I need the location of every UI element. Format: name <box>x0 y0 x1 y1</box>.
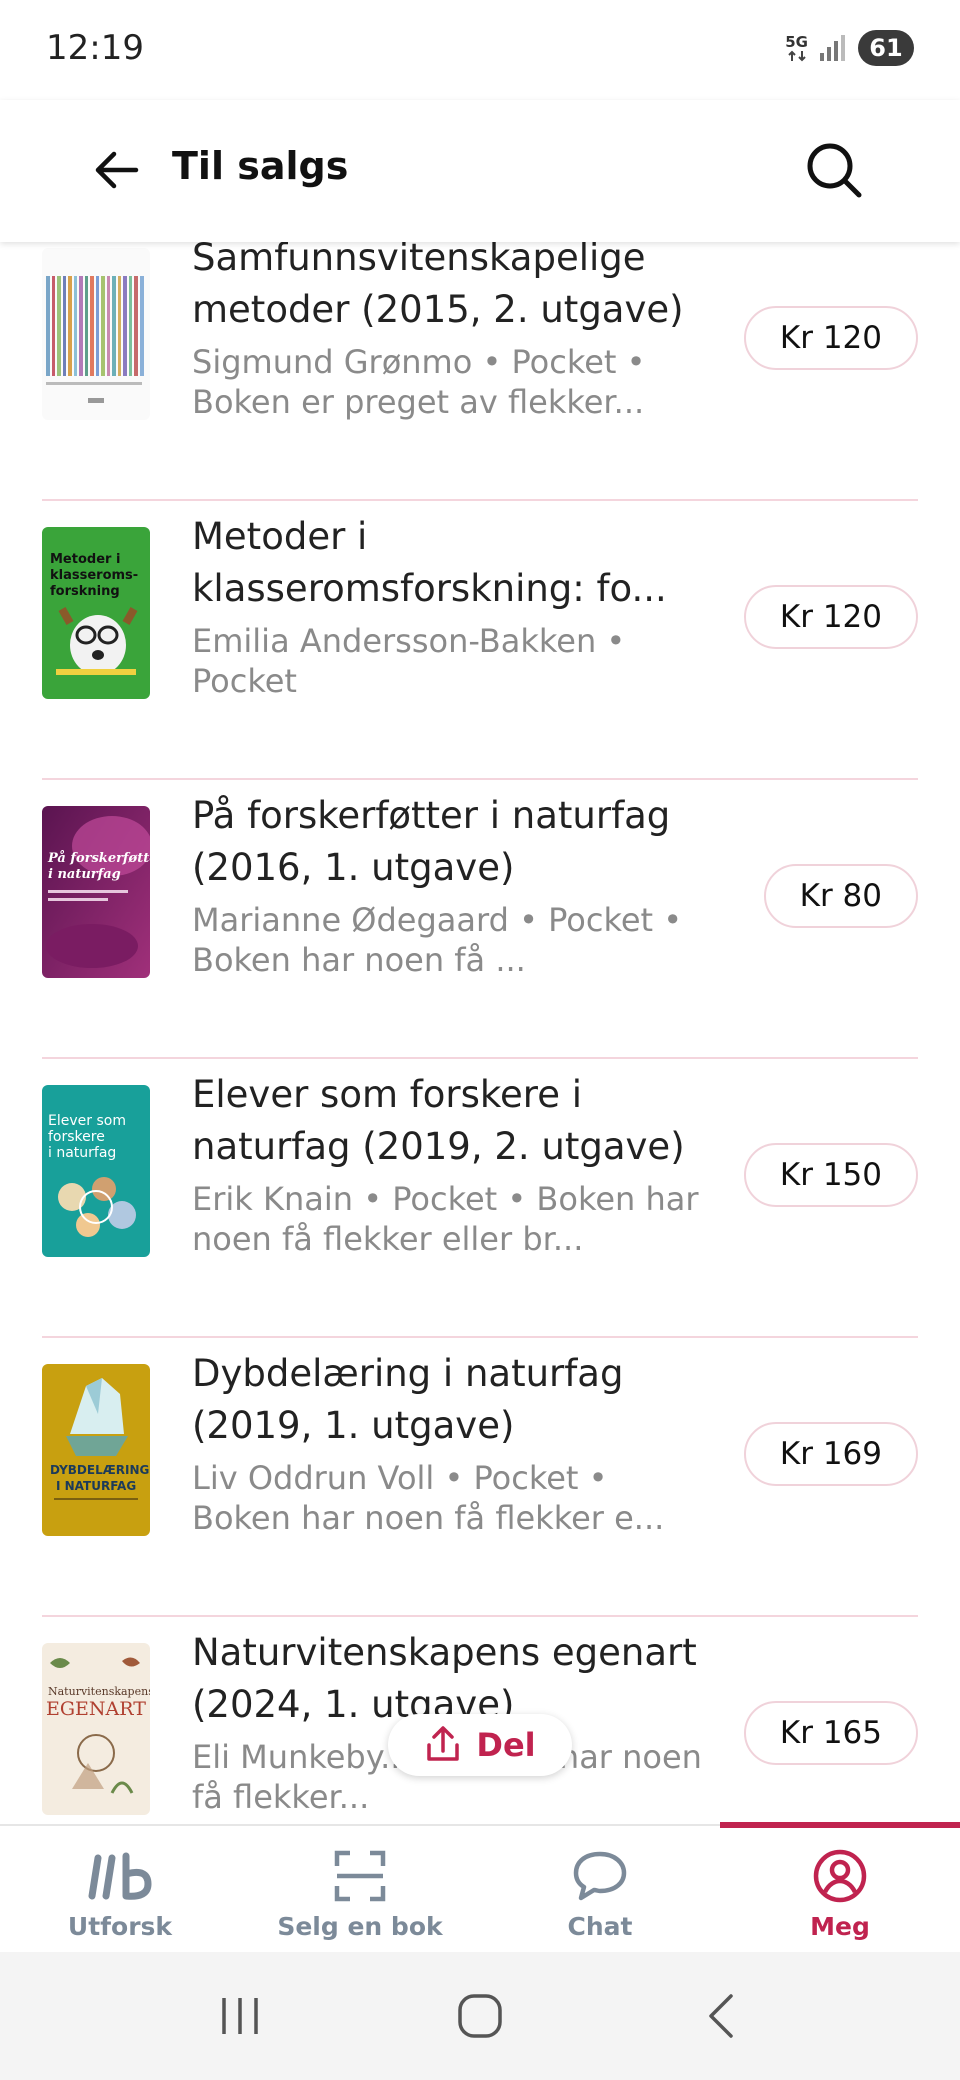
price-badge[interactable]: Kr 169 <box>743 1422 918 1486</box>
nav-item-selg-en-bok[interactable]: Selg en bok <box>240 1826 480 1954</box>
book-cover: Naturvitenskapens EGENART <box>42 1643 150 1815</box>
nav-label: Chat <box>567 1912 633 1941</box>
price-badge[interactable]: Kr 165 <box>743 1701 918 1765</box>
book-meta: Liv Oddrun Voll • Pocket • Boken har noe… <box>192 1459 665 1537</box>
status-icons: 5G 61 <box>785 30 922 66</box>
book-info: Metoder i klasseromsforskning: fo... Emi… <box>192 511 712 701</box>
book-title: Samfunnsvitenskapelige metoder (2015, 2.… <box>192 242 684 331</box>
list-item[interactable]: Elever som forskere i naturfag Elever so… <box>42 1059 918 1338</box>
system-back-button[interactable] <box>680 1976 760 2056</box>
svg-text:forskning: forskning <box>50 584 120 599</box>
svg-text:DYBDELÆRING: DYBDELÆRING <box>50 1463 149 1477</box>
recent-apps-button[interactable] <box>200 1976 280 2056</box>
chat-icon <box>572 1848 628 1904</box>
nav-label: Utforsk <box>67 1912 173 1941</box>
book-info: Samfunnsvitenskapelige metoder (2015, 2.… <box>192 242 712 422</box>
book-info: Dybdelæring i naturfag (2019, 1. utgave)… <box>192 1348 712 1538</box>
search-icon <box>807 143 862 198</box>
price-badge[interactable]: Kr 80 <box>763 864 918 928</box>
list-item[interactable]: Metoder i klasseroms- forskning Metoder … <box>42 501 918 780</box>
scan-icon <box>334 1848 386 1904</box>
data-arrows-icon <box>787 50 806 62</box>
nav-item-meg[interactable]: Meg <box>720 1822 960 1954</box>
price-badge[interactable]: Kr 120 <box>743 585 918 649</box>
book-cover: Metoder i klasseroms- forskning <box>42 527 150 699</box>
book-title: Dybdelæring i naturfag (2019, 1. utgave) <box>192 1352 624 1447</box>
search-button[interactable] <box>800 136 870 206</box>
book-title: På forskerføtter i naturfag (2016, 1. ut… <box>192 794 671 889</box>
nav-item-utforsk[interactable]: Utforsk <box>0 1826 240 1954</box>
share-label: Del <box>476 1726 536 1764</box>
book-cover: På forskerføtter i naturfag <box>42 806 150 978</box>
list-item[interactable]: Samfunnsvitenskapelige metoder (2015, 2.… <box>42 242 918 501</box>
list-item[interactable]: På forskerføtter i naturfag På forskerfø… <box>42 780 918 1059</box>
svg-text:På forskerføtter: På forskerføtter <box>47 850 150 866</box>
app-header: Til salgs <box>0 100 960 242</box>
battery-indicator: 61 <box>858 30 922 66</box>
book-list[interactable]: Samfunnsvitenskapelige metoder (2015, 2.… <box>0 242 960 1824</box>
book-meta: Emilia Andersson-Bakken • Pocket <box>192 622 626 700</box>
book-cover: Elever som forskere i naturfag <box>42 1085 150 1257</box>
svg-text:i naturfag: i naturfag <box>48 1145 116 1161</box>
book-meta: Sigmund Grønmo • Pocket • Boken er prege… <box>192 343 646 421</box>
status-bar: 12:19 5G 61 <box>0 0 960 100</box>
nav-label: Selg en bok <box>277 1912 443 1941</box>
book-info: Elever som forskere i naturfag (2019, 2.… <box>192 1069 712 1259</box>
svg-text:EGENART: EGENART <box>46 1698 146 1720</box>
svg-text:i naturfag: i naturfag <box>48 867 121 882</box>
share-button[interactable]: Del <box>388 1714 572 1776</box>
system-nav-bar <box>0 1952 960 2080</box>
book-cover: DYBDELÆRING I NATURFAG <box>42 1364 150 1536</box>
page-title: Til salgs <box>172 144 349 188</box>
book-cover <box>42 248 150 420</box>
svg-text:forskere: forskere <box>48 1129 105 1145</box>
book-title: Elever som forskere i naturfag (2019, 2.… <box>192 1073 685 1168</box>
book-meta: Marianne Ødegaard • Pocket • Boken har n… <box>192 901 683 979</box>
explore-icon <box>88 1848 152 1904</box>
book-meta: Erik Knain • Pocket • Boken har noen få … <box>192 1180 699 1258</box>
nav-label: Meg <box>810 1912 870 1941</box>
back-button[interactable] <box>86 140 146 200</box>
recent-apps-icon <box>222 1998 258 2034</box>
price-badge[interactable]: Kr 150 <box>743 1143 918 1207</box>
signal-icon <box>820 35 845 61</box>
share-icon <box>427 1726 460 1761</box>
bottom-nav: Utforsk Selg en bok Chat Meg <box>0 1822 960 1954</box>
nav-item-chat[interactable]: Chat <box>480 1826 720 1954</box>
home-icon <box>458 1994 502 2038</box>
svg-text:Naturvitenskapens: Naturvitenskapens <box>48 1685 150 1698</box>
arrow-left-icon <box>95 151 139 189</box>
book-title: Metoder i klasseromsforskning: fo... <box>192 515 667 610</box>
book-info: På forskerføtter i naturfag (2016, 1. ut… <box>192 790 712 980</box>
network-label: 5G <box>785 33 808 51</box>
price-badge[interactable]: Kr 120 <box>743 306 918 370</box>
network-indicator: 5G <box>785 34 808 62</box>
home-button[interactable] <box>440 1976 520 2056</box>
profile-icon <box>812 1848 868 1904</box>
svg-text:Metoder i: Metoder i <box>50 552 120 567</box>
list-item[interactable]: DYBDELÆRING I NATURFAG Dybdelæring i nat… <box>42 1338 918 1617</box>
svg-text:klasseroms-: klasseroms- <box>50 568 138 583</box>
svg-text:Elever som: Elever som <box>48 1113 126 1129</box>
chevron-left-icon <box>709 1994 733 2038</box>
svg-text:I NATURFAG: I NATURFAG <box>56 1479 136 1493</box>
status-time: 12:19 <box>46 28 144 68</box>
